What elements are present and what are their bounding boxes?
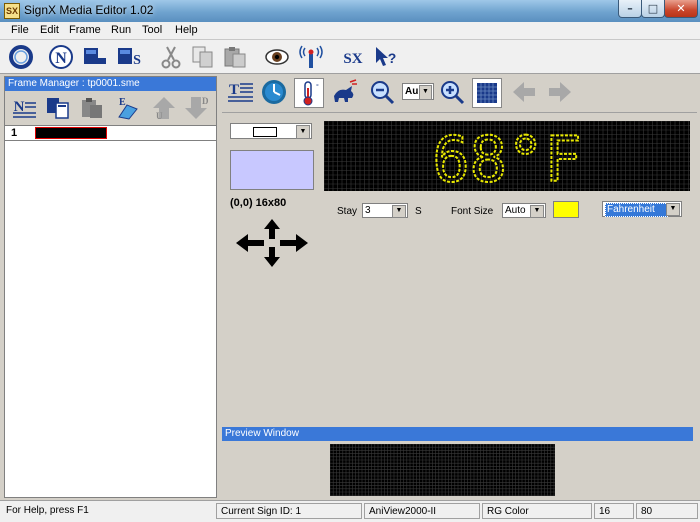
font-size-value: Auto: [505, 205, 526, 216]
editor-toolbar: T ° Au ▼: [222, 76, 697, 110]
font-size-label: Font Size: [451, 206, 494, 217]
paste-frame-icon[interactable]: [79, 95, 105, 121]
svg-text:S: S: [133, 53, 141, 68]
status-rows: 16: [594, 503, 634, 519]
chevron-down-icon: ▼: [392, 205, 406, 218]
forward-arrow-icon[interactable]: [546, 78, 574, 106]
frame-manager-panel: Frame Manager : tp0001.sme N E U D 1: [4, 76, 217, 498]
minimize-button[interactable]: –: [618, 0, 642, 18]
animation-icon[interactable]: [330, 78, 358, 106]
close-button[interactable]: ✕: [664, 0, 698, 18]
stay-select[interactable]: 3 ▼: [362, 203, 408, 218]
sx-icon[interactable]: SX: [340, 44, 366, 70]
svg-text:E: E: [119, 97, 126, 108]
stay-label: Stay: [337, 206, 358, 217]
status-bar: For Help, press F1 Current Sign ID: 1 An…: [0, 500, 700, 522]
main-toolbar: N S SX ?: [0, 40, 700, 74]
frame-l-icon[interactable]: [82, 44, 108, 70]
chevron-down-icon: ▼: [666, 203, 680, 216]
menu-tool[interactable]: Tool: [142, 24, 162, 36]
maximize-button[interactable]: □: [641, 0, 665, 18]
move-down-icon[interactable]: D: [183, 95, 209, 121]
font-size-select[interactable]: Auto ▼: [502, 203, 546, 218]
svg-text:D: D: [202, 96, 209, 106]
border-style-select[interactable]: ▼: [230, 123, 312, 139]
copy-frame-icon[interactable]: [45, 95, 71, 121]
move-arrows-icon[interactable]: [234, 217, 310, 269]
editor-area: ▼ (0,0) 16x80 68°F Stay 3 ▼ S Font Size …: [222, 112, 697, 424]
zoom-out-icon[interactable]: [368, 78, 396, 106]
preview-led-display: [330, 444, 555, 496]
broadcast-icon[interactable]: [298, 44, 324, 70]
frame-manager-title: Frame Manager : tp0001.sme: [5, 77, 216, 91]
chevron-down-icon: ▼: [419, 85, 432, 100]
text-icon[interactable]: T: [226, 78, 254, 106]
back-arrow-icon[interactable]: [510, 78, 538, 106]
svg-text:SX: SX: [343, 51, 362, 67]
new-frame-icon[interactable]: N: [11, 95, 37, 121]
border-style-swatch: [253, 127, 277, 137]
chevron-down-icon: ▼: [530, 205, 544, 218]
preview-window-title: Preview Window: [222, 427, 693, 441]
window-title: SignX Media Editor 1.02: [24, 3, 154, 17]
svg-text:U: U: [156, 111, 163, 121]
status-sign-id: Current Sign ID: 1: [216, 503, 362, 519]
menu-help[interactable]: Help: [175, 24, 198, 36]
zoom-select[interactable]: Au ▼: [402, 83, 434, 100]
preview-window: Preview Window: [222, 427, 693, 497]
frame-list-item[interactable]: 1: [5, 125, 216, 141]
grid-icon[interactable]: [472, 78, 502, 108]
svg-text:?: ?: [388, 50, 397, 66]
zoom-in-icon[interactable]: [438, 78, 466, 106]
svg-text:°: °: [316, 83, 319, 91]
menu-edit[interactable]: Edit: [40, 24, 59, 36]
clock-icon[interactable]: [260, 78, 288, 106]
new-n-icon[interactable]: N: [48, 44, 74, 70]
ring-icon[interactable]: [8, 44, 34, 70]
title-bar[interactable]: SX SignX Media Editor 1.02 – □ ✕: [0, 0, 700, 22]
copy-icon[interactable]: [190, 44, 216, 70]
eye-icon[interactable]: [264, 44, 290, 70]
help-arrow-icon[interactable]: ?: [372, 44, 398, 70]
chevron-down-icon: ▼: [296, 125, 310, 139]
status-color-mode: RG Color: [482, 503, 592, 519]
frame-thumbnail[interactable]: [35, 127, 107, 139]
thermometer-icon[interactable]: °: [294, 78, 324, 108]
menu-bar: File Edit Frame Run Tool Help: [0, 22, 700, 40]
status-help: For Help, press F1: [2, 503, 214, 519]
frame-manager-toolbar: N E U D: [5, 91, 216, 125]
svg-text:T: T: [229, 82, 239, 98]
app-icon: SX: [4, 3, 20, 19]
menu-run[interactable]: Run: [111, 24, 131, 36]
frame-s-icon[interactable]: S: [116, 44, 142, 70]
svg-text:N: N: [55, 50, 67, 67]
stay-unit: S: [415, 206, 422, 217]
stay-value: 3: [365, 205, 371, 216]
frame-number: 1: [11, 127, 18, 139]
cut-icon[interactable]: [158, 44, 184, 70]
menu-file[interactable]: File: [11, 24, 29, 36]
paste-icon[interactable]: [222, 44, 248, 70]
font-color-button[interactable]: [553, 201, 579, 218]
temperature-unit-select[interactable]: Fahrenheit ▼: [602, 201, 682, 217]
led-text: 68°F: [432, 123, 581, 191]
cursor-coordinates: (0,0) 16x80: [230, 197, 287, 209]
zoom-value: Au: [405, 86, 419, 97]
menu-frame[interactable]: Frame: [69, 24, 101, 36]
erase-icon[interactable]: E: [113, 95, 139, 121]
led-display[interactable]: 68°F: [324, 121, 690, 191]
background-color-box[interactable]: [230, 150, 314, 190]
move-up-icon[interactable]: U: [151, 95, 177, 121]
status-cols: 80: [636, 503, 698, 519]
status-model: AniView2000-II: [364, 503, 480, 519]
temperature-unit-value: Fahrenheit: [605, 203, 668, 217]
